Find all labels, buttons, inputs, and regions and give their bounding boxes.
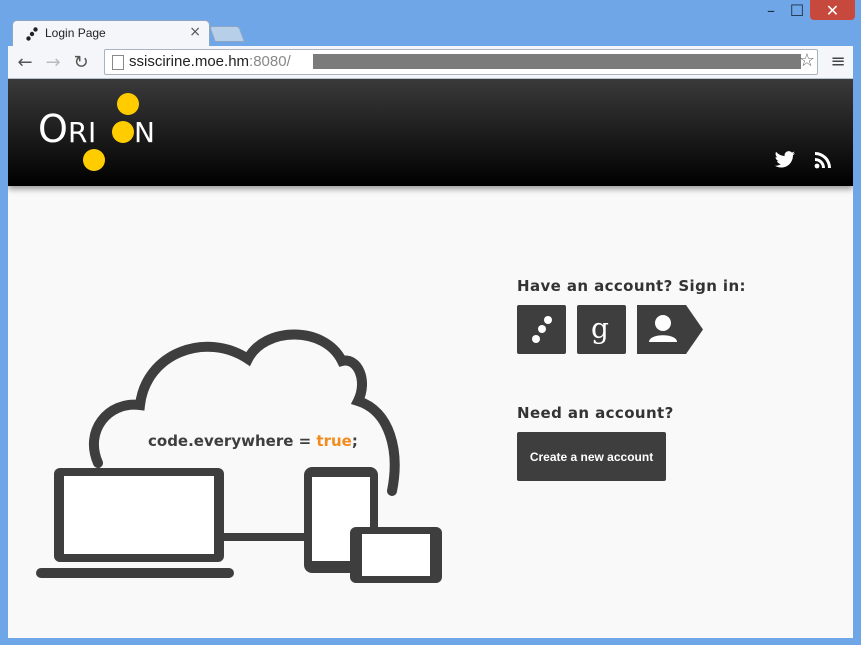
page-content: O R I N code.everywhere = true; Have an … (8, 79, 853, 638)
new-tab-button[interactable] (209, 26, 245, 42)
url-text: ssiscirine.moe.hm:8080/ (129, 53, 291, 70)
slogan-text: code.everywhere = true; (148, 432, 358, 450)
tab-close-icon[interactable]: × (189, 24, 201, 40)
twitter-icon[interactable] (774, 151, 796, 169)
signin-heading: Have an account? Sign in: (517, 277, 746, 295)
svg-text:N: N (134, 116, 155, 149)
orion-logo[interactable]: O R I N (36, 89, 166, 175)
reload-icon[interactable]: ↻ (70, 51, 92, 73)
back-arrow-icon[interactable]: ← (14, 51, 36, 73)
persona-user-icon (637, 305, 703, 354)
svg-text:I: I (88, 116, 96, 149)
address-bar[interactable]: ssiscirine.moe.hm:8080/ ☆ (104, 49, 818, 75)
url-redacted-path (313, 54, 801, 69)
google-g-icon: g (591, 312, 609, 345)
page-icon (112, 55, 124, 70)
svg-text:R: R (68, 116, 87, 149)
maximize-button[interactable]: ☐ (784, 0, 810, 20)
site-header: O R I N (8, 79, 853, 186)
forward-arrow-icon[interactable]: → (42, 51, 64, 73)
browser-toolbar: ← → ↻ ssiscirine.moe.hm:8080/ ☆ ≡ (8, 46, 853, 79)
code-everywhere-illustration: code.everywhere = true; (36, 329, 442, 583)
create-account-button[interactable]: Create a new account (517, 432, 666, 481)
bookmark-star-icon[interactable]: ☆ (799, 50, 815, 71)
orion-dots-icon (532, 316, 552, 343)
tab-title: Login Page (45, 26, 106, 40)
close-window-button[interactable]: ✕ (810, 0, 855, 20)
browser-tab[interactable]: Login Page × (12, 20, 210, 47)
orion-signin-button[interactable] (517, 305, 566, 354)
orion-favicon-icon (26, 27, 38, 41)
google-signin-button[interactable]: g (577, 305, 626, 354)
browser-menu-icon[interactable]: ≡ (828, 51, 848, 73)
persona-signin-button[interactable] (637, 305, 703, 354)
svg-text:g: g (591, 312, 609, 345)
browser-window: – ☐ ✕ Login Page × ← → ↻ ssiscirine.moe.… (0, 0, 861, 645)
svg-text:O: O (38, 107, 68, 151)
signup-heading: Need an account? (517, 404, 674, 422)
minimize-button[interactable]: – (758, 0, 784, 20)
rss-icon[interactable] (814, 151, 832, 169)
